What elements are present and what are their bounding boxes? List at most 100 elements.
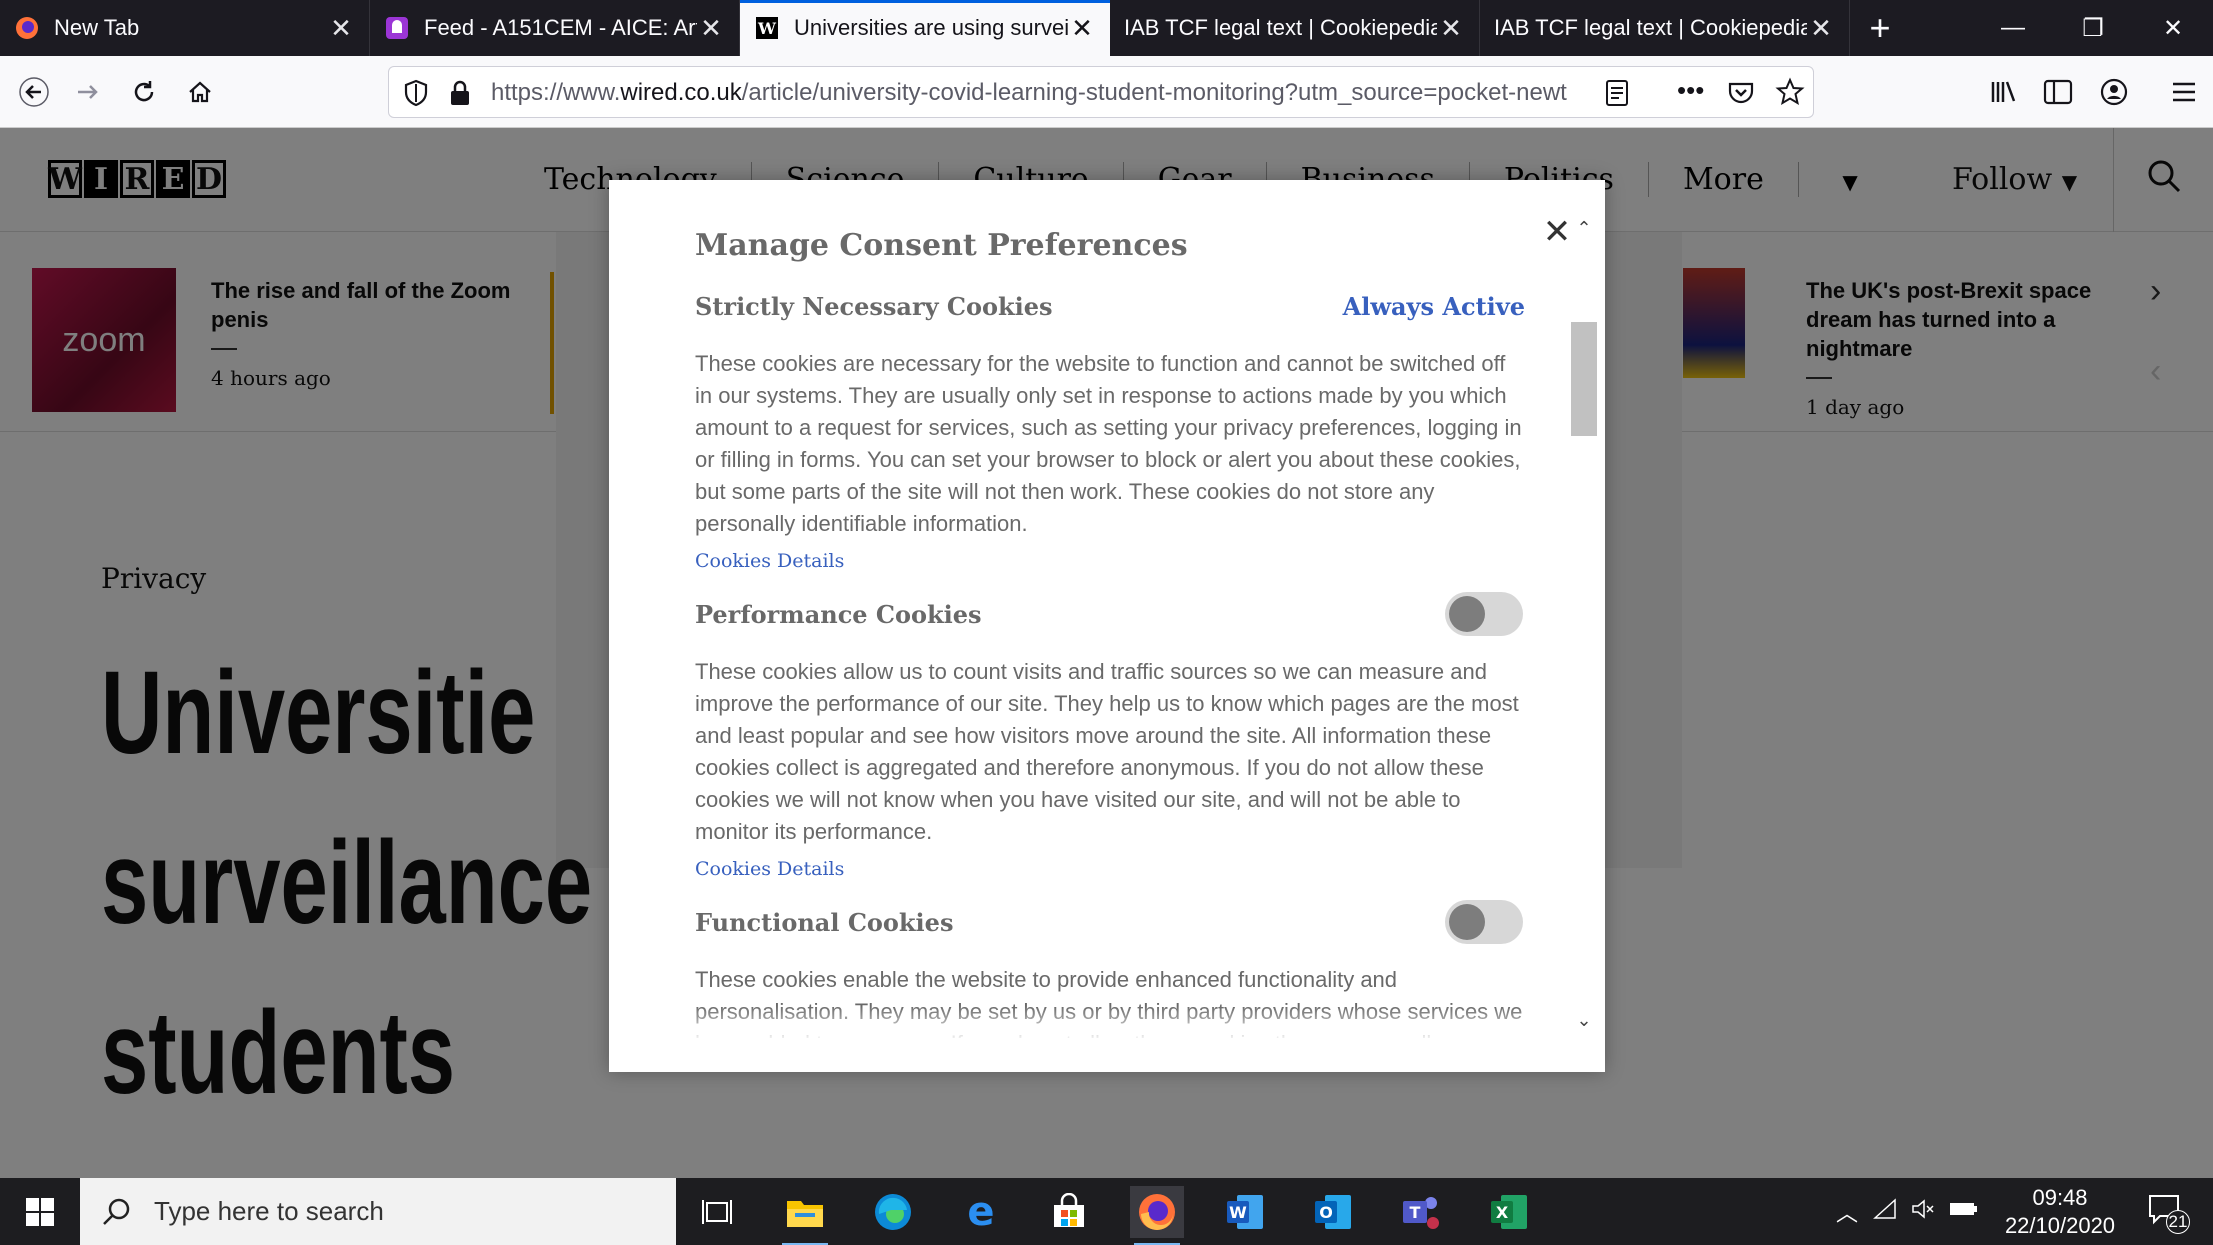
close-tab-icon[interactable]: ✕ bbox=[697, 13, 725, 43]
svg-text:X: X bbox=[1496, 1203, 1509, 1222]
hamburger-menu-icon bbox=[2173, 82, 2195, 102]
action-center-icon[interactable]: 21 bbox=[2146, 1192, 2190, 1237]
scroll-fade bbox=[695, 1006, 1525, 1042]
volume-muted-icon[interactable] bbox=[1904, 1198, 1942, 1225]
task-view-icon[interactable] bbox=[690, 1186, 744, 1238]
close-tab-icon[interactable]: ✕ bbox=[327, 13, 355, 43]
search-icon bbox=[103, 1198, 130, 1225]
edge-chromium-icon[interactable] bbox=[866, 1186, 920, 1238]
chevron-up-icon[interactable]: ︿ bbox=[1828, 1196, 1866, 1228]
tab-new-tab[interactable]: New Tab ✕ bbox=[0, 0, 370, 56]
edge-legacy-icon[interactable]: e bbox=[954, 1186, 1008, 1238]
minimize-icon[interactable]: — bbox=[1973, 0, 2053, 56]
restore-icon[interactable]: ❐ bbox=[2053, 0, 2133, 56]
feed-icon bbox=[384, 15, 410, 41]
system-tray: ︿ bbox=[1828, 1178, 1986, 1245]
store-icon[interactable] bbox=[1042, 1186, 1096, 1238]
page-actions-icon[interactable]: ••• bbox=[1677, 75, 1704, 106]
library-button[interactable] bbox=[1980, 68, 2028, 116]
reader-view-icon[interactable] bbox=[1605, 79, 1629, 112]
tab-title: Universities are using surveill bbox=[794, 15, 1068, 40]
sidebar-button[interactable] bbox=[2034, 68, 2082, 116]
clock-date: 22/10/2020 bbox=[2004, 1213, 2116, 1238]
lock-icon[interactable] bbox=[449, 79, 471, 112]
start-button[interactable] bbox=[0, 1178, 80, 1245]
clock-time: 09:48 bbox=[2032, 1185, 2088, 1210]
outlook-icon[interactable]: O bbox=[1306, 1186, 1360, 1238]
account-button[interactable] bbox=[2090, 68, 2138, 116]
tab-cookiepedia-2[interactable]: IAB TCF legal text | Cookiepedia ✕ bbox=[1480, 0, 1850, 56]
close-tab-icon[interactable]: ✕ bbox=[1807, 13, 1835, 43]
tab-wired-article[interactable]: W Universities are using surveill ✕ bbox=[740, 0, 1110, 56]
svg-text:e: e bbox=[967, 1192, 994, 1232]
window-controls: — ❐ ✕ bbox=[1973, 0, 2213, 56]
firefox-icon bbox=[14, 15, 40, 41]
back-arrow-icon bbox=[19, 77, 49, 107]
functional-cookies-toggle[interactable] bbox=[1445, 900, 1523, 944]
preferences-scroll-area[interactable]: Strictly Necessary Cookies Always Active… bbox=[695, 286, 1525, 1039]
toggle-knob bbox=[1449, 596, 1485, 632]
url-text[interactable]: https://www.wired.co.uk/article/universi… bbox=[491, 79, 1591, 107]
section-description: These cookies are necessary for the webs… bbox=[695, 351, 1522, 536]
taskbar-clock[interactable]: 09:48 22/10/2020 bbox=[1990, 1184, 2130, 1240]
cookies-details-link[interactable]: Cookies Details bbox=[695, 858, 1525, 880]
scroll-up-icon[interactable]: ⌃ bbox=[1572, 218, 1596, 239]
tab-cookiepedia-1[interactable]: IAB TCF legal text | Cookiepedia ✕ bbox=[1110, 0, 1480, 56]
section-title: Strictly Necessary Cookies bbox=[695, 291, 1053, 321]
teams-icon[interactable]: T bbox=[1394, 1186, 1448, 1238]
scroll-down-icon[interactable]: ⌄ bbox=[1572, 1010, 1596, 1031]
file-explorer-icon[interactable] bbox=[778, 1186, 832, 1245]
windows-logo-icon bbox=[26, 1197, 54, 1226]
cookie-section-strictly-necessary: Strictly Necessary Cookies Always Active… bbox=[695, 286, 1525, 573]
reload-button[interactable] bbox=[120, 68, 168, 116]
navigation-toolbar: https://www.wired.co.uk/article/universi… bbox=[0, 56, 2213, 128]
url-bar[interactable]: https://www.wired.co.uk/article/universi… bbox=[388, 66, 1814, 118]
firefox-taskbar-icon[interactable] bbox=[1130, 1186, 1184, 1245]
forward-arrow-icon bbox=[78, 85, 98, 99]
svg-text:T: T bbox=[1410, 1203, 1421, 1222]
tab-title: Feed - A151CEM - AICE: Artif bbox=[424, 15, 697, 40]
back-button[interactable] bbox=[10, 68, 58, 116]
performance-cookies-toggle[interactable] bbox=[1445, 592, 1523, 636]
consent-preferences-modal: ✕ Manage Consent Preferences Strictly Ne… bbox=[609, 180, 1605, 1072]
taskbar-search-placeholder: Type here to search bbox=[154, 1196, 384, 1226]
svg-text:W: W bbox=[757, 19, 777, 38]
word-icon[interactable]: W bbox=[1218, 1186, 1272, 1238]
cookies-details-link[interactable]: Cookies Details bbox=[695, 550, 1525, 572]
sidebar-icon bbox=[2043, 79, 2073, 105]
svg-text:W: W bbox=[1229, 1203, 1247, 1222]
tab-title: IAB TCF legal text | Cookiepedia bbox=[1494, 15, 1807, 40]
close-tab-icon[interactable]: ✕ bbox=[1437, 13, 1465, 43]
new-tab-button[interactable]: + bbox=[1850, 0, 1910, 56]
section-description: These cookies allow us to count visits a… bbox=[695, 659, 1519, 844]
tab-title: IAB TCF legal text | Cookiepedia bbox=[1124, 15, 1437, 40]
bookmark-star-icon[interactable] bbox=[1775, 77, 1805, 112]
home-button[interactable] bbox=[176, 68, 224, 116]
windows-taskbar: Type here to search e W O T X ︿ 09:48 22… bbox=[0, 1178, 2213, 1245]
excel-icon[interactable]: X bbox=[1482, 1186, 1536, 1238]
tracking-shield-icon[interactable] bbox=[403, 79, 429, 112]
cookie-section-performance: Performance Cookies These cookies allow … bbox=[695, 592, 1525, 880]
close-window-icon[interactable]: ✕ bbox=[2133, 0, 2213, 56]
wired-icon: W bbox=[754, 15, 780, 41]
battery-icon[interactable] bbox=[1942, 1200, 1986, 1223]
network-icon[interactable] bbox=[1866, 1198, 1904, 1225]
section-title: Functional Cookies bbox=[695, 907, 954, 937]
menu-button[interactable] bbox=[2160, 68, 2208, 116]
pocket-icon[interactable] bbox=[1727, 79, 1755, 112]
taskbar-search-box[interactable]: Type here to search bbox=[80, 1178, 676, 1245]
forward-button[interactable] bbox=[64, 68, 112, 116]
close-icon[interactable]: ✕ bbox=[1539, 213, 1575, 251]
tab-feed[interactable]: Feed - A151CEM - AICE: Artif ✕ bbox=[370, 0, 740, 56]
toggle-knob bbox=[1449, 904, 1485, 940]
reload-icon bbox=[134, 81, 154, 102]
close-tab-icon[interactable]: ✕ bbox=[1068, 13, 1096, 43]
library-icon bbox=[1991, 81, 2016, 102]
home-icon bbox=[189, 81, 211, 103]
account-icon bbox=[2100, 78, 2128, 106]
always-active-label: Always Active bbox=[1342, 291, 1525, 321]
section-title: Performance Cookies bbox=[695, 599, 982, 629]
tab-strip: New Tab ✕ Feed - A151CEM - AICE: Artif ✕… bbox=[0, 0, 2213, 56]
scrollbar-thumb[interactable] bbox=[1571, 322, 1597, 436]
svg-text:O: O bbox=[1319, 1203, 1333, 1222]
